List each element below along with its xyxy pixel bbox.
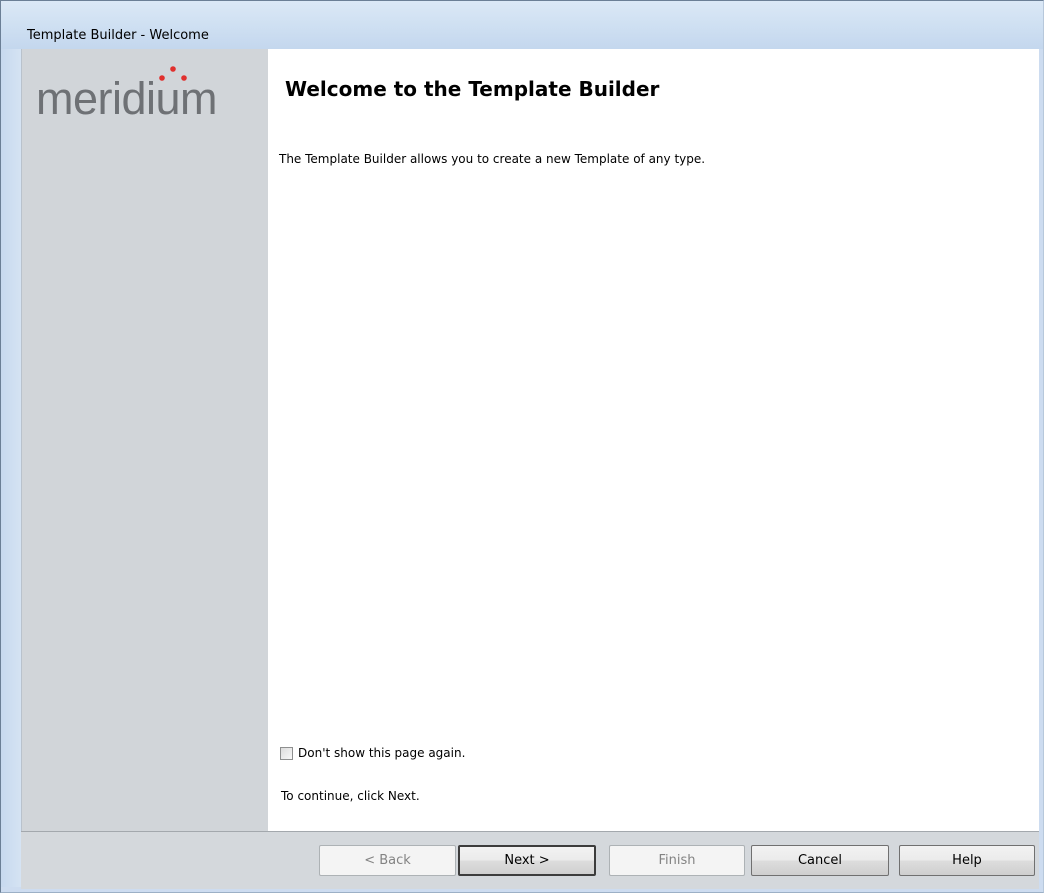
- page-description: The Template Builder allows you to creat…: [279, 152, 706, 166]
- dont-show-again-label[interactable]: Don't show this page again.: [298, 746, 465, 760]
- page-title: Welcome to the Template Builder: [285, 77, 660, 101]
- title-bar[interactable]: Template Builder - Welcome: [1, 1, 1043, 49]
- logo-dot: [181, 75, 187, 81]
- wizard-button-bar: < Back Next > Finish Cancel Help: [21, 831, 1039, 889]
- logo-dot: [159, 75, 165, 81]
- logo-dot: [170, 66, 176, 72]
- window-title: Template Builder - Welcome: [27, 28, 209, 43]
- finish-button[interactable]: Finish: [609, 845, 745, 876]
- logo-text: meridium: [36, 73, 217, 124]
- wizard-sidebar: meridium: [21, 49, 268, 831]
- continue-instruction: To continue, click Next.: [281, 789, 420, 803]
- window-frame-right: [1039, 49, 1043, 892]
- window-frame-left: [1, 49, 21, 892]
- cancel-button[interactable]: Cancel: [751, 845, 889, 876]
- dont-show-again-option[interactable]: Don't show this page again.: [280, 744, 465, 762]
- dont-show-again-checkbox[interactable]: [280, 746, 293, 760]
- wizard-content: Welcome to the Template Builder The Temp…: [268, 49, 1039, 831]
- meridium-logo: meridium: [36, 66, 218, 124]
- next-button[interactable]: Next >: [458, 845, 596, 876]
- template-builder-dialog: Template Builder - Welcome meridium Welc…: [0, 0, 1044, 893]
- help-button[interactable]: Help: [899, 845, 1035, 876]
- back-button[interactable]: < Back: [319, 845, 456, 876]
